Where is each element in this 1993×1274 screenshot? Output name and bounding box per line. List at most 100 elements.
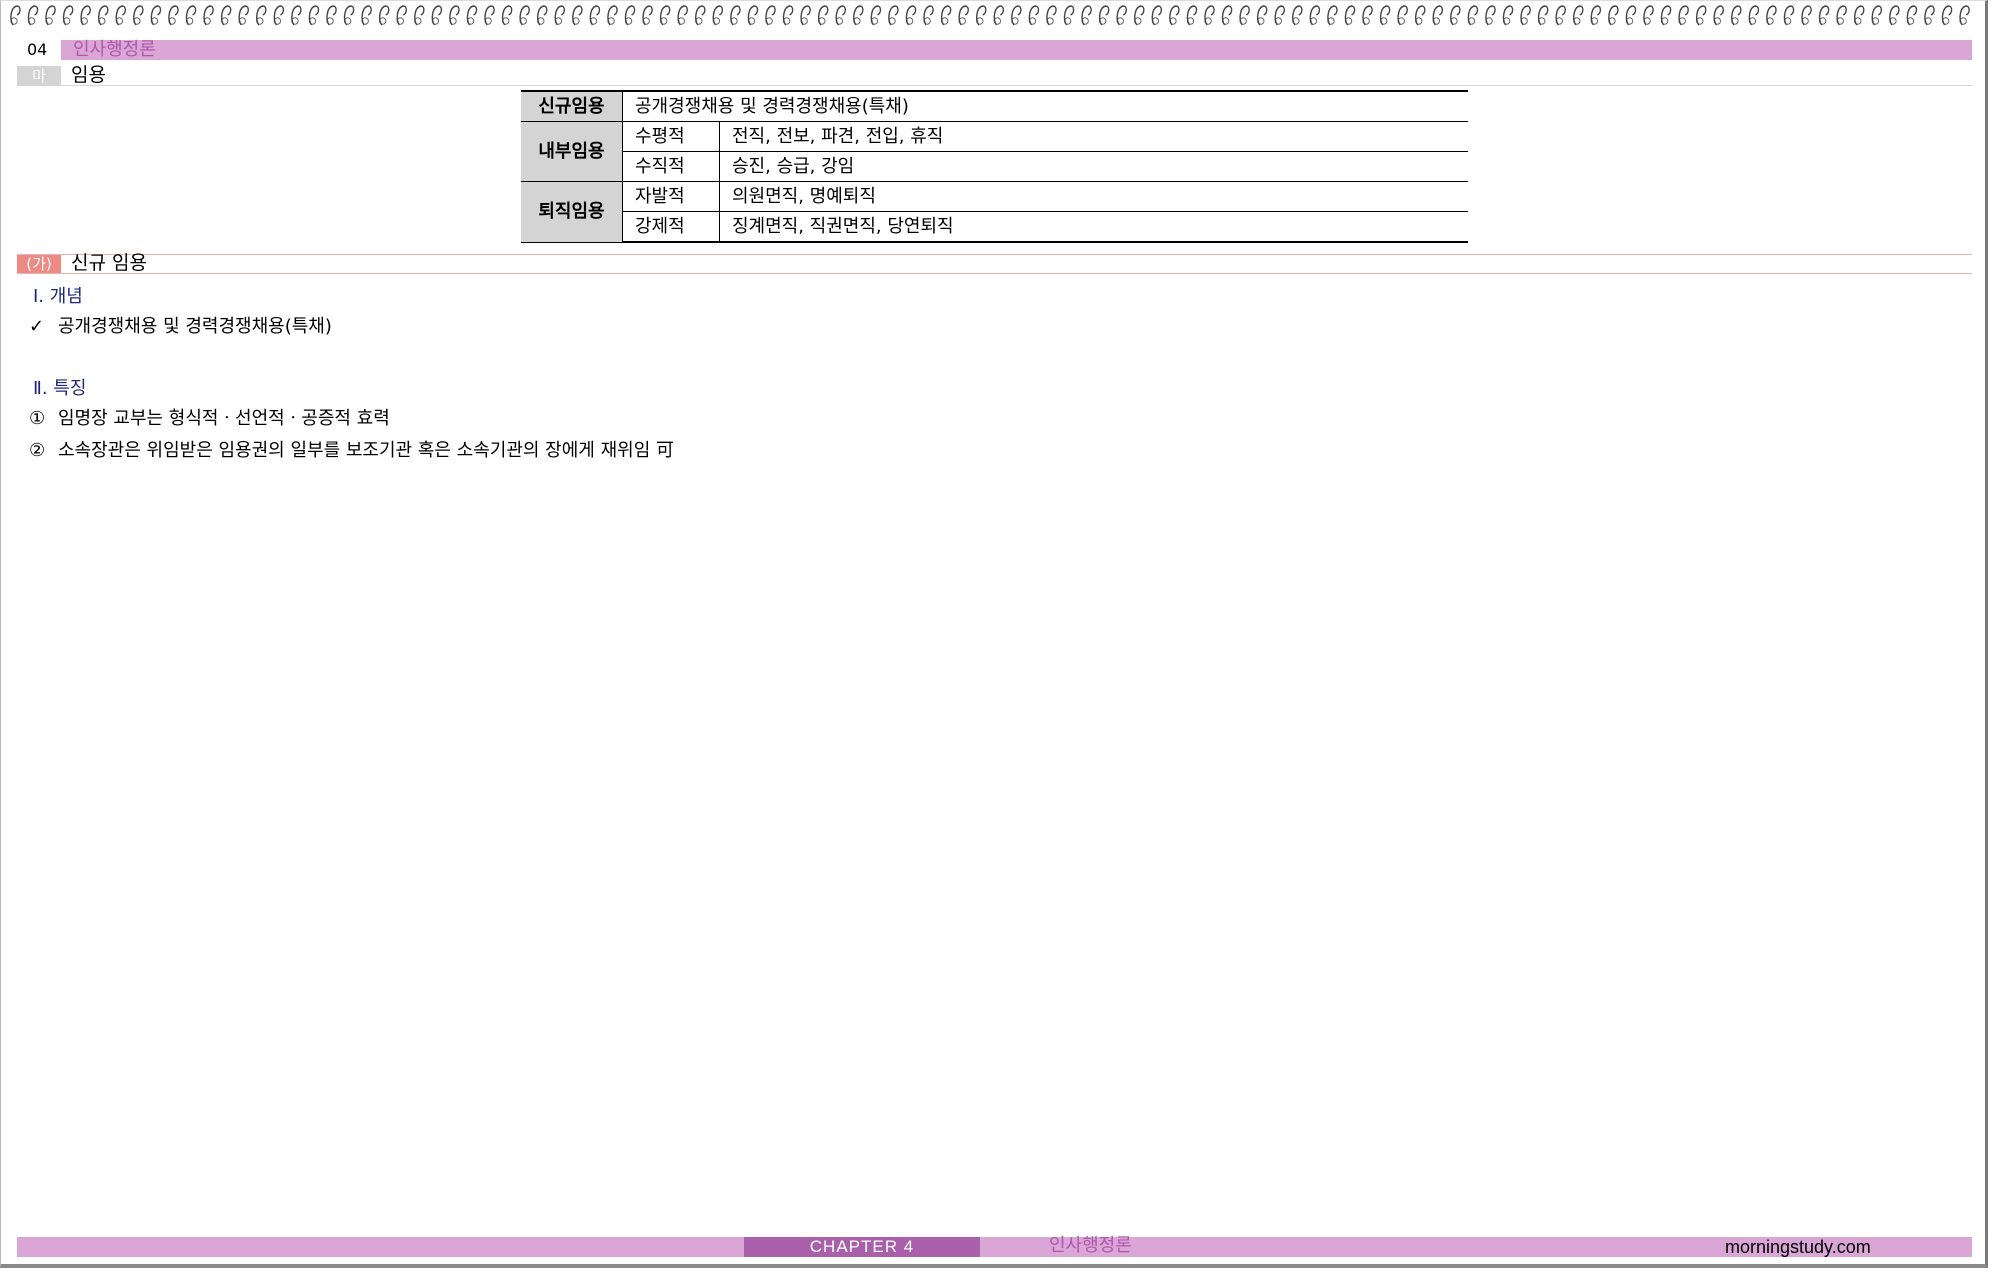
spiral-ring — [1344, 5, 1356, 26]
footer-bar — [17, 1237, 1972, 1257]
footer-title: 인사행정론 — [1049, 1235, 1132, 1256]
spiral-ring — [203, 5, 214, 26]
features-heading: Ⅱ. 특징 — [33, 378, 87, 399]
spiral-ring — [1520, 5, 1531, 26]
spiral-ring — [747, 5, 759, 26]
spiral-ring — [1379, 5, 1391, 26]
section-divider — [17, 85, 1972, 86]
check-icon: ✓ — [29, 316, 45, 337]
spiral-ring — [1415, 5, 1426, 26]
spiral-ring — [1239, 5, 1250, 26]
spiral-ring — [1362, 5, 1373, 26]
spiral-ring — [273, 5, 285, 26]
spiral-ring — [501, 5, 513, 26]
table-sub-head: 수직적 — [622, 151, 720, 182]
spiral-ring — [817, 5, 829, 26]
circled-number-marker: ② — [29, 440, 46, 461]
spiral-ring — [1625, 5, 1637, 26]
spiral-ring — [291, 5, 302, 26]
section-title: 임용 — [71, 64, 106, 86]
spiral-ring — [993, 5, 1005, 26]
spiral-ring — [1467, 5, 1479, 26]
spiral-ring — [308, 5, 320, 26]
spiral-ring — [1011, 5, 1022, 26]
appointment-summary-table: 신규임용 공개경쟁채용 및 경력경쟁채용(특채) 내부임용 수평적 전직, 전보… — [521, 90, 1468, 243]
chapter-header-bar — [17, 40, 1972, 60]
spiral-ring — [1608, 5, 1619, 26]
spiral-ring — [1134, 5, 1145, 26]
spiral-ring — [414, 5, 425, 26]
spiral-ring — [1063, 5, 1075, 26]
spiral-ring — [1854, 5, 1865, 26]
spiral-ring — [1731, 5, 1742, 26]
spiral-ring — [940, 5, 952, 26]
table-sub-head: 강제적 — [622, 211, 720, 243]
spiral-ring — [659, 5, 671, 26]
table-row: 수직적 승진, 승급, 강임 — [521, 151, 1468, 182]
spiral-ring — [589, 5, 601, 26]
subsection-title: 신규 임용 — [71, 252, 147, 274]
spiral-ring — [378, 5, 390, 26]
spiral-ring — [1028, 5, 1040, 26]
list-item: ① 임명장 교부는 형식적ㆍ선언적ㆍ공증적 효력 — [29, 407, 390, 431]
spiral-ring — [1801, 5, 1812, 26]
spiral-ring — [1081, 5, 1092, 26]
spiral-ring — [185, 5, 197, 26]
spiral-ring — [905, 5, 917, 26]
spiral-ring — [835, 5, 847, 26]
spiral-ring — [62, 5, 74, 26]
concept-heading: Ⅰ. 개념 — [33, 286, 83, 307]
circled-number-marker: ① — [29, 408, 46, 429]
spiral-ring — [1590, 5, 1602, 26]
spiral-ring — [168, 5, 179, 26]
spiral-ring — [642, 5, 653, 26]
spiral-ring — [1186, 5, 1198, 26]
spiral-ring — [976, 5, 987, 26]
spiral-ring — [800, 5, 811, 26]
spiral-ring — [98, 5, 109, 26]
spiral-ring — [431, 5, 443, 26]
spiral-ring — [10, 5, 21, 26]
spiral-ring — [115, 5, 127, 26]
table-row: 퇴직임용 자발적 의원면직, 명예퇴직 — [521, 181, 1468, 243]
subsection-divider-top — [17, 254, 1972, 255]
spiral-ring — [484, 5, 495, 26]
spiral-ring — [1573, 5, 1584, 26]
spiral-ring — [1450, 5, 1461, 26]
spiral-ring — [220, 5, 232, 26]
spiral-ring — [1695, 5, 1707, 26]
spiral-ring — [1397, 5, 1408, 26]
spiral-ring — [1643, 5, 1654, 26]
spiral-ring — [782, 5, 794, 26]
spiral-ring — [326, 5, 337, 26]
list-item-text: 소속장관은 위임받은 임용권의 일부를 보조기관 혹은 소속기관의 장에게 재위… — [58, 440, 674, 461]
spiral-ring — [1537, 5, 1549, 26]
spiral-ring — [1116, 5, 1127, 26]
table-cell: 승진, 승급, 강임 — [719, 151, 1468, 182]
table-cell: 징계면직, 직권면직, 당연퇴직 — [719, 211, 1468, 243]
table-sub-head: 수평적 — [622, 121, 720, 152]
table-row: 신규임용 공개경쟁채용 및 경력경쟁채용(특채) — [521, 90, 1468, 122]
spiral-ring — [554, 5, 566, 26]
spiral-ring — [449, 5, 460, 26]
spiral-ring — [923, 5, 934, 26]
spiral-ring — [1959, 5, 1970, 26]
spiral-ring — [958, 5, 969, 26]
spiral-ring — [1169, 5, 1180, 26]
list-item: ✓ 공개경쟁채용 및 경력경쟁채용(특채) — [29, 315, 332, 339]
spiral-ring — [519, 5, 530, 26]
spiral-ring — [150, 5, 162, 26]
spiral-ring — [1713, 5, 1725, 26]
spiral-ring — [1327, 5, 1338, 26]
chapter-number: 04 — [17, 40, 61, 60]
spiral-ring — [1783, 5, 1795, 26]
spiral-ring — [1502, 5, 1514, 26]
spiral-ring — [1748, 5, 1760, 26]
spiral-ring — [695, 5, 706, 26]
spiral-ring — [1151, 5, 1163, 26]
spiral-ring — [1221, 5, 1233, 26]
page: 04 인사행정론 마 임용 신규임용 공개경쟁채용 및 경력경쟁채용(특채) 내… — [0, 0, 1988, 1268]
spiral-ring — [466, 5, 478, 26]
spiral-ring — [1906, 5, 1918, 26]
subsection-badge: (가) — [17, 255, 61, 273]
